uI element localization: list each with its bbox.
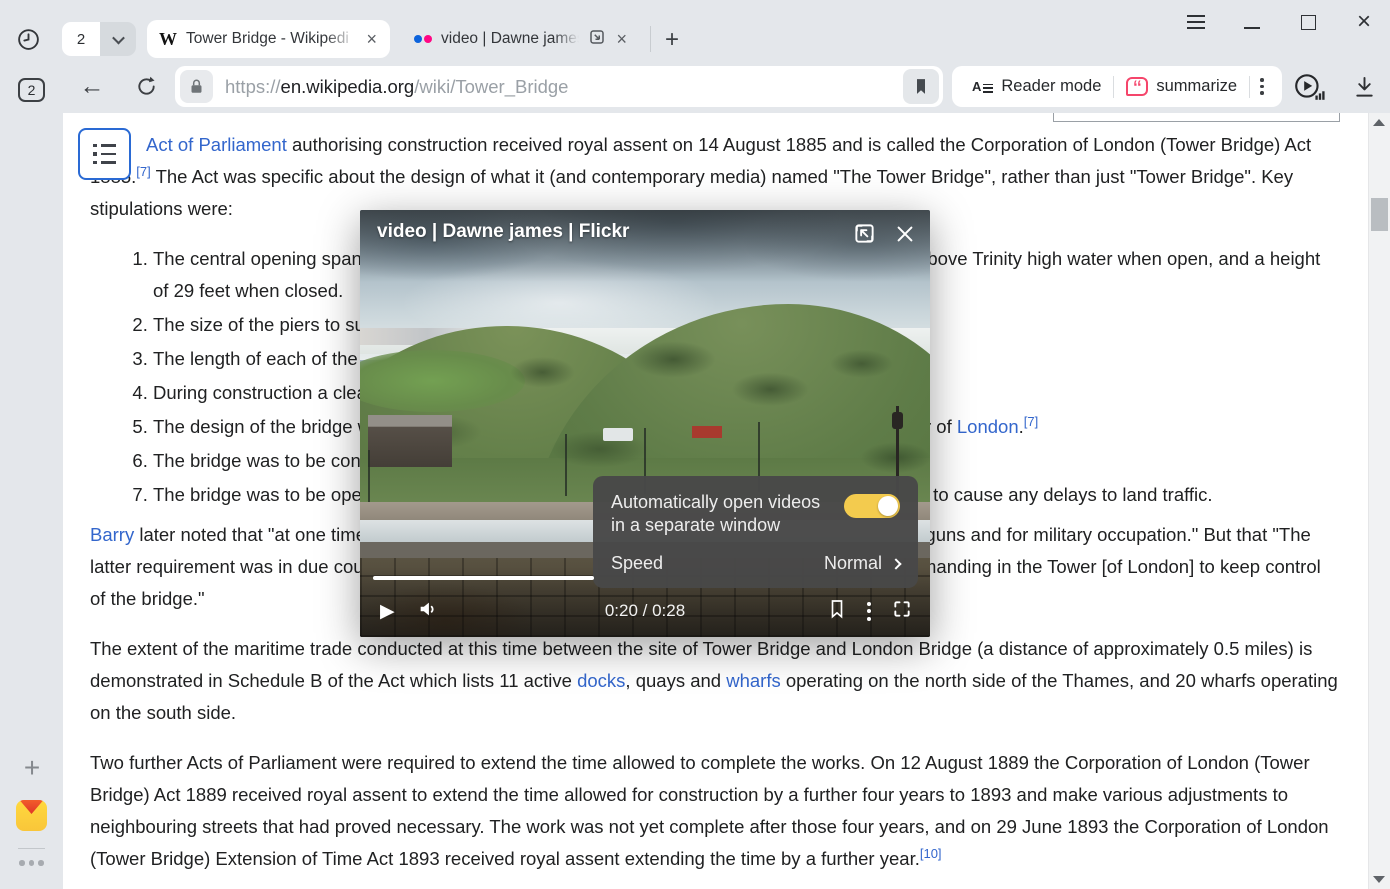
mail-icon[interactable] [16, 800, 47, 831]
sidebar-tab-count-badge[interactable]: 2 [18, 78, 45, 102]
fullscreen-icon[interactable] [892, 599, 912, 624]
scrollbar-thumb[interactable] [1371, 198, 1388, 231]
lock-icon[interactable] [180, 70, 213, 103]
paragraph-text: , quays and [625, 670, 726, 691]
video-frame-post [565, 434, 567, 496]
summarize-label: summarize [1156, 77, 1237, 96]
reader-mode-label: Reader mode [1001, 77, 1101, 96]
reload-button[interactable] [129, 68, 163, 104]
reader-mode-button[interactable]: A Reader mode [960, 77, 1113, 96]
menu-icon[interactable] [1184, 10, 1208, 34]
tab-group-pill[interactable]: 2 [62, 22, 136, 56]
tab-title: video | Dawne james [441, 30, 579, 48]
tabstrip-divider [650, 26, 651, 52]
video-frame-building [368, 415, 452, 467]
video-controls: ▶ 0:20 / 0:28 [360, 585, 930, 637]
paragraph-maritime: The extent of the maritime trade conduct… [90, 633, 1338, 729]
url-scheme: https:// [225, 76, 281, 97]
bookmark-icon[interactable] [903, 69, 939, 104]
summarize-button[interactable]: “ summarize [1114, 77, 1249, 96]
minimize-button[interactable] [1240, 10, 1264, 34]
close-tab-icon[interactable]: × [615, 30, 628, 48]
paragraph-text: Two further Acts of Parliament were requ… [90, 752, 1329, 869]
sidebar-rail: 2 + [0, 60, 63, 889]
video-pip-overlay[interactable]: video | Dawne james | Flickr Automatical… [360, 210, 930, 637]
scroll-up-icon[interactable] [1373, 119, 1385, 126]
play-icon[interactable]: ▶ [380, 602, 395, 621]
browser-titlebar: 2 W Tower Bridge - Wikipedi × video | Da… [0, 0, 1390, 60]
ref-7-link[interactable]: [7] [136, 164, 150, 179]
close-window-button[interactable]: × [1352, 10, 1376, 34]
video-settings-panel: Automatically open videos in a separate … [593, 476, 918, 588]
paragraph-acts: Two further Acts of Parliament were requ… [90, 747, 1338, 875]
video-bookmark-icon[interactable] [828, 598, 846, 624]
download-icon[interactable] [1346, 69, 1382, 105]
link-barry[interactable]: Barry [90, 524, 134, 545]
url-text[interactable]: https://en.wikipedia.org/wiki/Tower_Brid… [225, 76, 903, 98]
flickr-favicon [414, 35, 432, 43]
address-bar[interactable]: https://en.wikipedia.org/wiki/Tower_Brid… [175, 66, 943, 107]
link-tower-of-london[interactable]: London [957, 416, 1019, 437]
link-docks[interactable]: docks [577, 670, 625, 691]
video-time: 0:20 / 0:28 [605, 601, 685, 621]
chevron-down-icon [112, 31, 125, 44]
link-act-of-parliament[interactable]: Act of Parliament [146, 134, 287, 155]
wikipedia-favicon: W [159, 29, 177, 50]
media-player-icon[interactable] [1291, 69, 1327, 105]
toc-button[interactable] [78, 128, 131, 180]
sidebar-divider [18, 848, 45, 849]
video-progress-bar[interactable] [373, 576, 594, 581]
link-wharfs[interactable]: wharfs [726, 670, 781, 691]
url-path: /wiki/Tower_Bridge [414, 76, 568, 97]
browser-toolbar: ← https://en.wikipedia.org/wiki/Tower_Br… [63, 60, 1390, 113]
ref-10-link[interactable]: [10] [920, 846, 942, 861]
tab-group-dropdown[interactable] [100, 22, 136, 56]
close-tab-icon[interactable]: × [365, 30, 378, 48]
list-icon [93, 144, 116, 165]
video-title: video | Dawne james | Flickr [377, 221, 629, 243]
auto-open-label: Automatically open videos in a separate … [611, 491, 844, 537]
summarize-quote-icon: “ [1126, 77, 1148, 96]
speed-value[interactable]: Normal [824, 553, 882, 574]
ref-7-link[interactable]: [7] [1024, 414, 1038, 429]
sidebar-add-button[interactable]: + [17, 753, 47, 783]
history-clock-icon[interactable] [14, 25, 42, 53]
maximize-button[interactable] [1296, 10, 1320, 34]
video-frame-post [368, 450, 370, 502]
new-tab-button[interactable]: + [658, 26, 686, 54]
video-frame-truck [603, 428, 633, 441]
clipped-infobox-edge [1053, 113, 1340, 122]
tab-popout-icon[interactable] [588, 28, 606, 51]
volume-icon[interactable] [417, 598, 439, 625]
toggle-knob [878, 496, 898, 516]
tab-group-count[interactable]: 2 [62, 22, 100, 56]
reader-mode-icon: A [972, 80, 993, 93]
video-popout-icon[interactable] [853, 222, 876, 250]
more-actions-icon[interactable] [1250, 78, 1274, 95]
video-frame-hut [692, 426, 722, 438]
page-actions-pill: A Reader mode “ summarize [952, 66, 1282, 107]
tab-title: Tower Bridge - Wikipedi [186, 30, 356, 48]
tab-flickr-video[interactable]: video | Dawne james × [402, 20, 640, 58]
page-scrollbar[interactable] [1368, 113, 1390, 889]
tab-wikipedia[interactable]: W Tower Bridge - Wikipedi × [147, 20, 390, 58]
scroll-down-icon[interactable] [1373, 876, 1385, 883]
url-domain: en.wikipedia.org [281, 76, 415, 97]
video-close-icon[interactable] [894, 223, 916, 250]
auto-open-toggle[interactable] [844, 494, 900, 518]
window-controls: × [1184, 10, 1376, 34]
speed-label: Speed [611, 553, 824, 574]
back-button[interactable]: ← [75, 68, 109, 104]
sidebar-more-icon[interactable] [19, 860, 44, 866]
chevron-right-icon[interactable] [890, 558, 901, 569]
video-more-icon[interactable] [867, 602, 871, 621]
